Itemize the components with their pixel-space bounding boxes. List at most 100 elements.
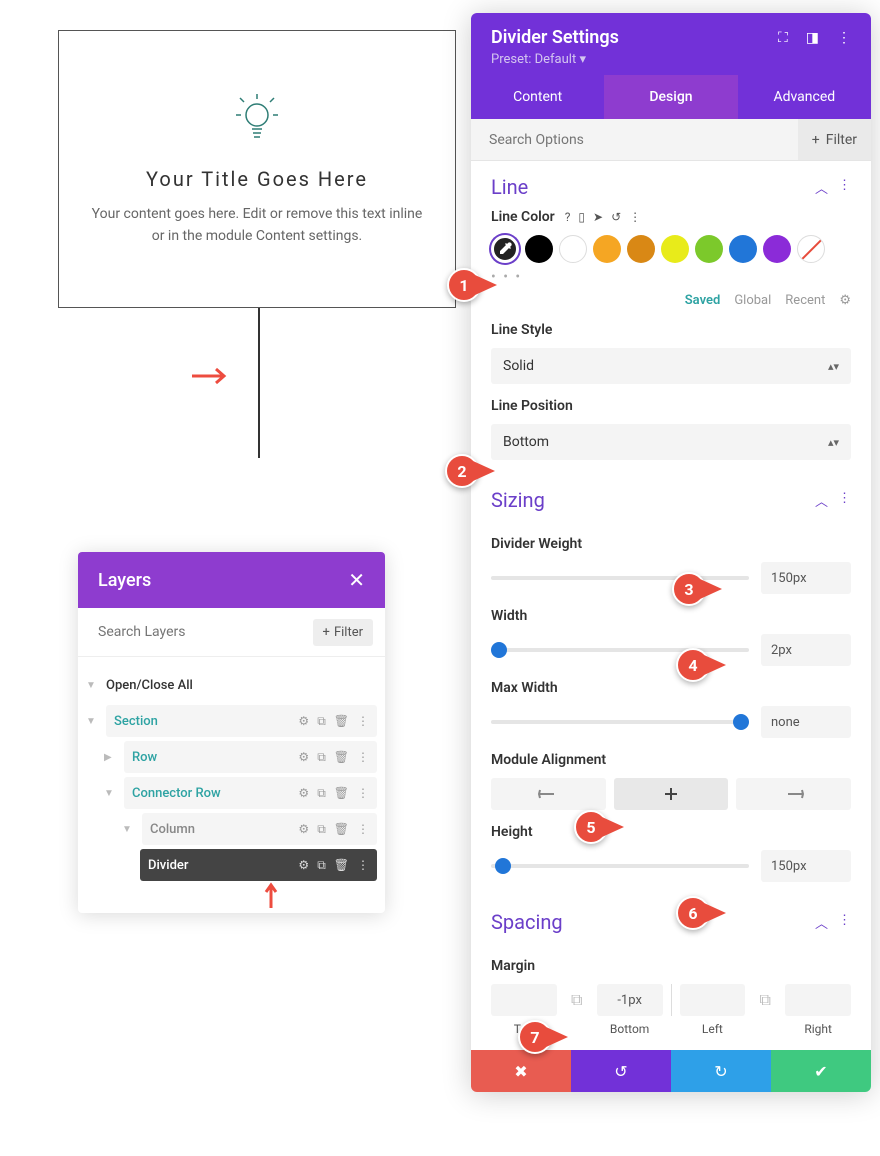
trash-icon[interactable]: 🗑 bbox=[334, 786, 349, 801]
swatch-amber[interactable] bbox=[627, 235, 655, 263]
section-head-line[interactable]: Line ︿⋮ bbox=[471, 161, 871, 209]
color-picker-swatch[interactable] bbox=[491, 235, 519, 263]
gear-icon[interactable]: ⚙ bbox=[298, 822, 309, 837]
expand-icon[interactable]: ⛶ bbox=[778, 30, 788, 46]
section-head-sizing[interactable]: Sizing ︿⋮ bbox=[471, 474, 871, 522]
more-icon[interactable]: ⋮ bbox=[357, 750, 369, 765]
swatch-lime[interactable] bbox=[695, 235, 723, 263]
line-color-label: Line Color bbox=[491, 209, 555, 225]
tree-row-connector[interactable]: ▼ Connector Row ⚙ ⧉ 🗑 ⋮ bbox=[104, 775, 377, 811]
cursor-icon[interactable]: ➤ bbox=[593, 210, 603, 224]
trash-icon[interactable]: 🗑 bbox=[334, 858, 349, 873]
more-icon[interactable]: ⋮ bbox=[837, 30, 851, 46]
undo-button[interactable]: ↺ bbox=[571, 1050, 671, 1092]
color-tab-saved[interactable]: Saved bbox=[685, 293, 721, 308]
gear-icon[interactable]: ⚙ bbox=[298, 858, 309, 873]
height-slider[interactable] bbox=[491, 864, 749, 868]
tree-row-row[interactable]: ▶ Row ⚙ ⧉ 🗑 ⋮ bbox=[104, 739, 377, 775]
tab-content[interactable]: Content bbox=[471, 75, 604, 119]
trash-icon[interactable]: 🗑 bbox=[334, 714, 349, 729]
split-icon[interactable]: ◨ bbox=[806, 30, 819, 46]
tree-row-divider[interactable]: Divider ⚙ ⧉ 🗑 ⋮ bbox=[140, 847, 377, 883]
divider-weight-input[interactable] bbox=[761, 562, 851, 594]
save-button[interactable]: ✔ bbox=[771, 1050, 871, 1092]
more-icon[interactable]: ⋮ bbox=[629, 210, 641, 224]
color-tab-global[interactable]: Global bbox=[734, 293, 771, 308]
duplicate-icon[interactable]: ⧉ bbox=[317, 858, 326, 873]
swatch-blue[interactable] bbox=[729, 235, 757, 263]
width-input[interactable] bbox=[761, 634, 851, 666]
more-icon[interactable]: ⋮ bbox=[838, 913, 851, 932]
color-tab-recent[interactable]: Recent bbox=[785, 293, 825, 308]
tree-row-column[interactable]: ▼ Column ⚙ ⧉ 🗑 ⋮ bbox=[122, 811, 377, 847]
tree-row-section[interactable]: ▼ Section ⚙ ⧉ 🗑 ⋮ bbox=[86, 703, 377, 739]
maxwidth-input[interactable] bbox=[761, 706, 851, 738]
section-head-spacing[interactable]: Spacing ︿⋮ bbox=[471, 896, 871, 944]
more-icon[interactable]: ⋮ bbox=[838, 178, 851, 197]
margin-right-input[interactable] bbox=[785, 984, 851, 1016]
help-icon[interactable]: ? bbox=[565, 210, 571, 224]
layers-search-input[interactable] bbox=[90, 618, 313, 646]
swatch-black[interactable] bbox=[525, 235, 553, 263]
margin-left-input[interactable] bbox=[680, 984, 746, 1016]
more-icon[interactable]: ⋮ bbox=[357, 714, 369, 729]
tree-actions: ⚙ ⧉ 🗑 ⋮ bbox=[298, 714, 369, 729]
align-center-button[interactable] bbox=[614, 778, 729, 810]
duplicate-icon[interactable]: ⧉ bbox=[317, 786, 326, 801]
chevron-right-icon[interactable]: ▶ bbox=[104, 752, 120, 763]
more-icon[interactable]: ⋮ bbox=[357, 822, 369, 837]
redo-button[interactable]: ↻ bbox=[671, 1050, 771, 1092]
swatch-orange[interactable] bbox=[593, 235, 621, 263]
layers-filter-button[interactable]: + Filter bbox=[313, 619, 373, 646]
swatch-yellow[interactable] bbox=[661, 235, 689, 263]
duplicate-icon[interactable]: ⧉ bbox=[317, 750, 326, 765]
chevron-down-icon[interactable]: ▼ bbox=[122, 824, 138, 835]
line-position-select[interactable]: Bottom ▴▾ bbox=[491, 424, 851, 460]
settings-filter-button[interactable]: + Filter bbox=[798, 119, 871, 160]
height-input[interactable] bbox=[761, 850, 851, 882]
open-close-all[interactable]: ▼ Open/Close All bbox=[86, 667, 377, 703]
link-icon[interactable]: ⧉ bbox=[565, 984, 589, 1016]
margin-bottom-input[interactable] bbox=[597, 984, 663, 1016]
duplicate-icon[interactable]: ⧉ bbox=[317, 714, 326, 729]
mobile-icon[interactable]: ▯ bbox=[578, 210, 585, 224]
tab-advanced[interactable]: Advanced bbox=[738, 75, 871, 119]
line-style-select[interactable]: Solid ▴▾ bbox=[491, 348, 851, 384]
settings-search-input[interactable] bbox=[489, 132, 798, 148]
swatch-transparent[interactable] bbox=[797, 235, 825, 263]
maxwidth-slider[interactable] bbox=[491, 720, 749, 724]
trash-icon[interactable]: 🗑 bbox=[334, 750, 349, 765]
margin-top-input[interactable] bbox=[491, 984, 557, 1016]
margin-label: Margin bbox=[491, 958, 851, 974]
chevron-down-icon[interactable]: ▼ bbox=[104, 788, 120, 799]
align-right-button[interactable] bbox=[736, 778, 851, 810]
more-icon[interactable]: ⋮ bbox=[357, 858, 369, 873]
chevron-updown-icon: ▴▾ bbox=[828, 360, 839, 373]
gear-icon[interactable]: ⚙ bbox=[298, 786, 309, 801]
gear-icon[interactable]: ⚙ bbox=[298, 750, 309, 765]
gear-icon[interactable]: ⚙ bbox=[298, 714, 309, 729]
link-icon[interactable]: ⧉ bbox=[753, 984, 777, 1016]
cancel-button[interactable]: ✖ bbox=[471, 1050, 571, 1092]
close-icon[interactable]: ✕ bbox=[348, 568, 365, 592]
trash-icon[interactable]: 🗑 bbox=[334, 822, 349, 837]
chevron-up-icon[interactable]: ︿ bbox=[815, 178, 828, 197]
gear-icon[interactable]: ⚙ bbox=[839, 293, 851, 308]
align-left-button[interactable] bbox=[491, 778, 606, 810]
layers-panel: Layers ✕ + Filter ▼ Open/Close All ▼ Sec… bbox=[78, 552, 385, 913]
more-colors-icon[interactable]: • • • bbox=[491, 269, 851, 285]
more-icon[interactable]: ⋮ bbox=[838, 491, 851, 510]
chevron-up-icon[interactable]: ︿ bbox=[815, 491, 828, 510]
reset-icon[interactable]: ↺ bbox=[611, 210, 621, 224]
callout-7: 7 bbox=[518, 1020, 568, 1054]
chevron-up-icon[interactable]: ︿ bbox=[815, 913, 828, 932]
swatch-white[interactable] bbox=[559, 235, 587, 263]
swatch-purple[interactable] bbox=[763, 235, 791, 263]
chevron-down-icon[interactable]: ▼ bbox=[86, 716, 102, 727]
chevron-down-icon[interactable]: ▼ bbox=[86, 680, 102, 691]
section-body-line: Line Color ? ▯ ➤ ↺ ⋮ • • • Sav bbox=[471, 209, 871, 474]
more-icon[interactable]: ⋮ bbox=[357, 786, 369, 801]
duplicate-icon[interactable]: ⧉ bbox=[317, 822, 326, 837]
settings-preset[interactable]: Preset: Default ▾ bbox=[491, 52, 851, 67]
tab-design[interactable]: Design bbox=[604, 75, 737, 119]
